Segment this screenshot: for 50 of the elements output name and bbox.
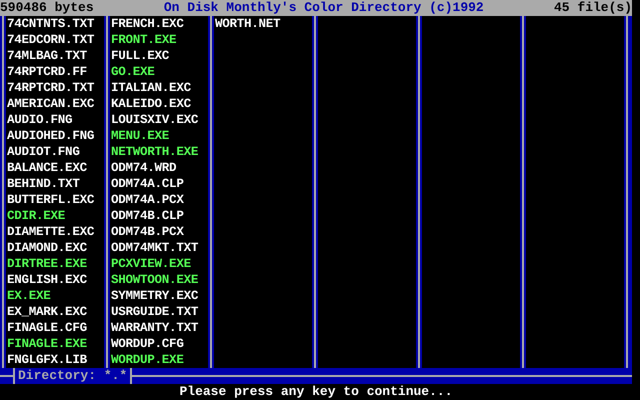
file-name[interactable]: WORDUP.CFG	[111, 336, 208, 352]
file-name[interactable]: WORTH.NET	[215, 16, 312, 32]
title-text: On Disk Monthly's Color Directory (c)1992	[164, 0, 484, 16]
file-name[interactable]: FNGLGFX.LIB	[7, 352, 104, 368]
file-name[interactable]: ITALIAN.EXC	[111, 80, 208, 96]
file-name[interactable]: DIRTREE.EXE	[7, 256, 104, 272]
file-name[interactable]: WARRANTY.TXT	[111, 320, 208, 336]
file-name[interactable]: ODM74A.CLP	[111, 176, 208, 192]
file-name[interactable]: ODM74MKT.TXT	[111, 240, 208, 256]
file-name[interactable]: ENGLISH.EXC	[7, 272, 104, 288]
file-name[interactable]: BUTTERFL.EXC	[7, 192, 104, 208]
file-name[interactable]: GO.EXE	[111, 64, 208, 80]
file-name[interactable]: 74RPTCRD.TXT	[7, 80, 104, 96]
prompt-text: Please press any key to continue...	[179, 384, 453, 399]
file-name[interactable]: EX_MARK.EXC	[7, 304, 104, 320]
file-name[interactable]: WORDUP.EXE	[111, 352, 208, 368]
file-name[interactable]: EX.EXE	[7, 288, 104, 304]
file-name[interactable]: KALEIDO.EXC	[111, 96, 208, 112]
file-name[interactable]: NETWORTH.EXE	[111, 144, 208, 160]
directory-label: Directory: *.*	[13, 368, 132, 384]
file-name[interactable]: CDIR.EXE	[7, 208, 104, 224]
file-name[interactable]: ODM74.WRD	[111, 160, 208, 176]
file-name[interactable]: 74CNTNTS.TXT	[7, 16, 104, 32]
file-name[interactable]: USRGUIDE.TXT	[111, 304, 208, 320]
file-name[interactable]: FINAGLE.EXE	[7, 336, 104, 352]
file-name[interactable]: FULL.EXC	[111, 48, 208, 64]
file-name[interactable]: FINAGLE.CFG	[7, 320, 104, 336]
file-count: 45 file(s)	[554, 0, 632, 16]
file-name[interactable]: ODM74B.CLP	[111, 208, 208, 224]
file-name[interactable]: DIAMETTE.EXC	[7, 224, 104, 240]
file-name[interactable]: AUDIO.FNG	[7, 112, 104, 128]
file-name[interactable]: 74EDCORN.TXT	[7, 32, 104, 48]
file-name[interactable]: AMERICAN.EXC	[7, 96, 104, 112]
file-name[interactable]: SHOWTOON.EXE	[111, 272, 208, 288]
file-name[interactable]: AUDIOT.FNG	[7, 144, 104, 160]
file-name[interactable]: ODM74B.PCX	[111, 224, 208, 240]
file-name[interactable]: DIAMOND.EXC	[7, 240, 104, 256]
file-name[interactable]: MENU.EXE	[111, 128, 208, 144]
file-name[interactable]: PCXVIEW.EXE	[111, 256, 208, 272]
size-text: 590486 bytes	[0, 0, 94, 16]
file-name[interactable]: 74MLBAG.TXT	[7, 48, 104, 64]
file-name[interactable]: BEHIND.TXT	[7, 176, 104, 192]
file-name[interactable]: ODM74A.PCX	[111, 192, 208, 208]
file-name[interactable]: SYMMETRY.EXC	[111, 288, 208, 304]
file-name[interactable]: AUDIOHED.FNG	[7, 128, 104, 144]
file-name[interactable]: FRENCH.EXC	[111, 16, 208, 32]
file-name[interactable]: LOUISXIV.EXC	[111, 112, 208, 128]
file-name[interactable]: BALANCE.EXC	[7, 160, 104, 176]
file-name[interactable]: 74RPTCRD.FF	[7, 64, 104, 80]
file-name[interactable]: FRONT.EXE	[111, 32, 208, 48]
